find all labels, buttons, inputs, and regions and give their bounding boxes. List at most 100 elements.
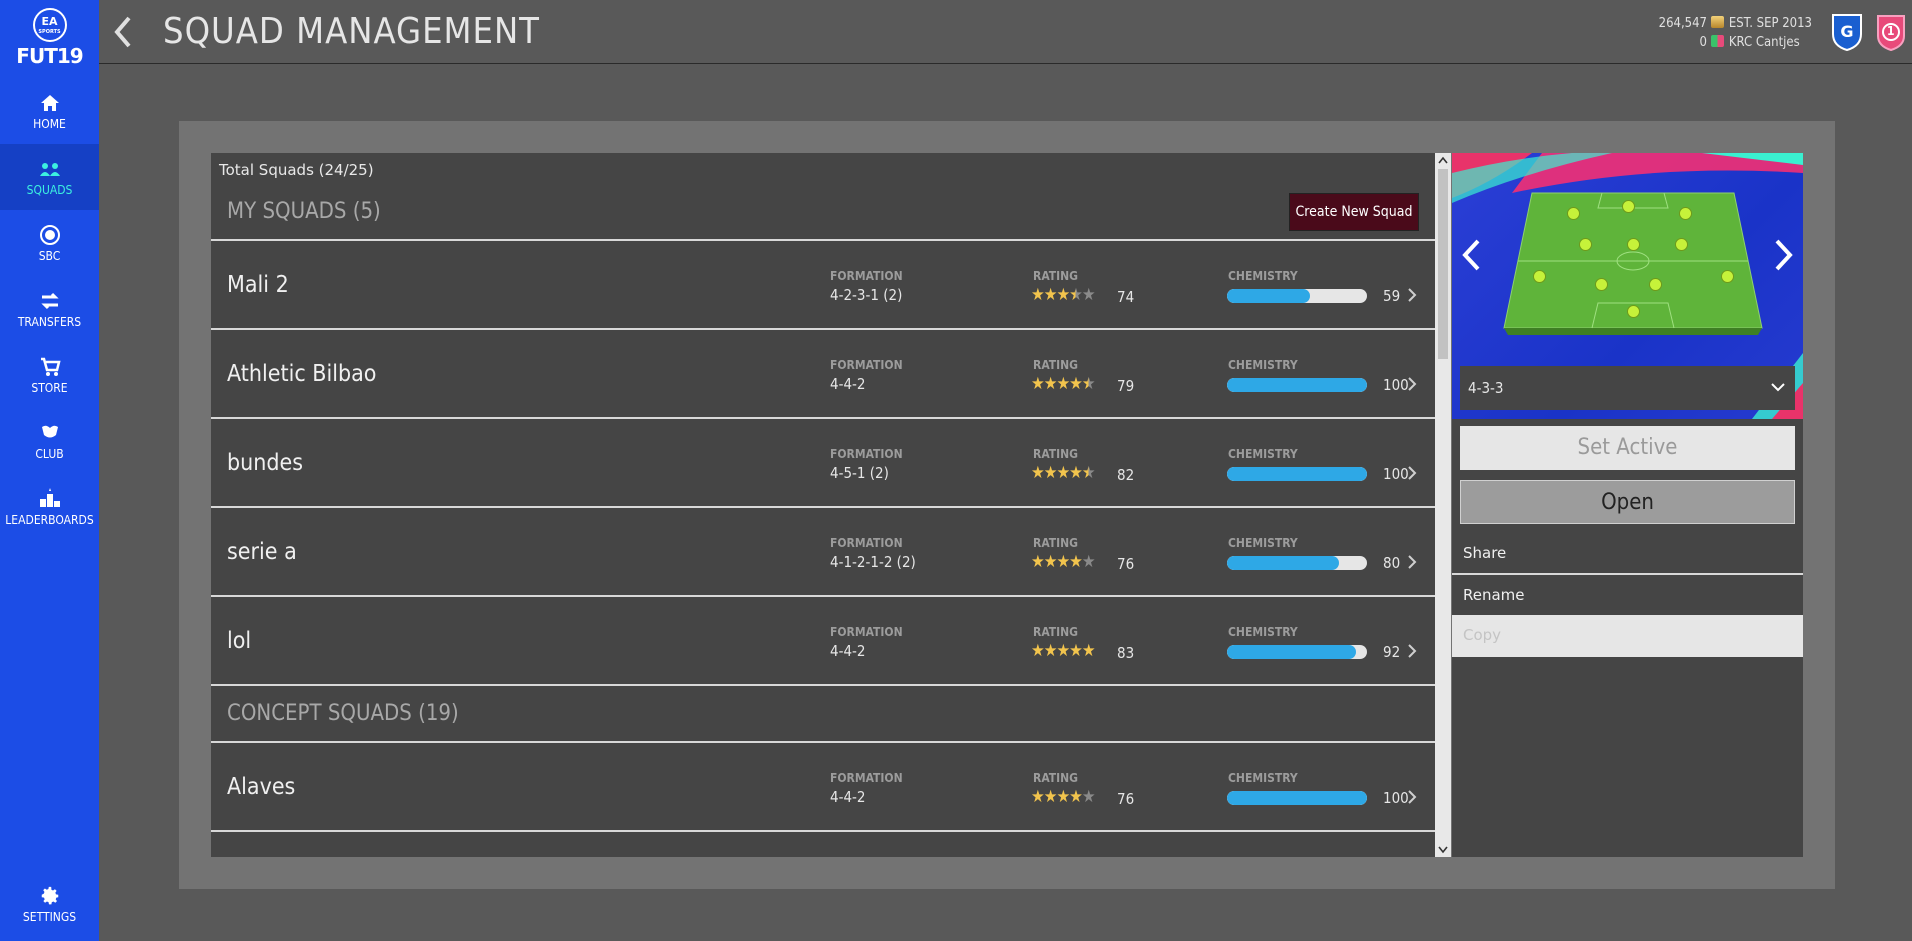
star-icon: ★ [1081,285,1096,305]
chemistry-fill [1227,378,1367,392]
total-squads: Total Squads (24/25) [219,161,374,179]
nav-label: SQUADS [26,183,73,197]
nav-item-store[interactable]: STORE [0,342,99,408]
squad-row[interactable]: Athletic Bilbao FORMATION 4-4-2 RATING ★★★★★… [211,332,1435,419]
formation-value: 4-1-2-1-2 (2) [830,553,916,571]
squad-detail-panel: 4-3-3 Set Active Open Share Rename Copy [1452,153,1803,857]
formation-label: FORMATION [830,447,903,461]
previous-formation-icon[interactable] [1460,237,1482,273]
star-icon: ★ [1081,641,1096,661]
rating-label: RATING [1033,269,1079,283]
player-position-dot [1627,305,1640,318]
division-number: 1 [1887,24,1895,38]
home-icon [40,95,59,111]
scroll-down-icon[interactable] [1437,843,1449,855]
chemistry-bar [1227,378,1367,392]
transfers-icon [40,292,59,310]
squad-name: serie a [227,539,297,565]
rating-stars: ★★★★★ [1031,552,1096,572]
share-button[interactable]: Share [1452,533,1803,575]
scroll-thumb[interactable] [1438,169,1448,359]
coins-icon [1711,16,1724,28]
nav-item-leaderboards[interactable]: LEADERBOARDS [0,474,99,540]
star-icon: ★ [1031,552,1045,572]
chemistry-value: 92 [1383,643,1401,661]
formation-value: 4-4-2 [830,375,866,393]
create-new-squad-button[interactable]: Create New Squad [1289,193,1419,231]
club-name: KRC Cantjes [1728,35,1800,50]
star-icon: ★ [1081,374,1096,394]
ea-sports-logo: EA SPORTS [32,8,67,42]
rating-label: RATING [1033,358,1079,372]
star-icon: ★ [1031,374,1045,394]
star-icon: ★ [1069,374,1083,394]
chemistry-value: 100 [1383,465,1409,483]
player-position-dot [1649,278,1662,291]
currency-display: 264,547 0 [1659,14,1724,52]
star-icon: ★ [1069,787,1083,807]
squad-list: Total Squads (24/25) MY SQUADS (5) Creat… [211,153,1435,857]
scrollbar[interactable] [1435,153,1451,857]
star-icon: ★ [1069,285,1083,305]
star-icon: ★ [1031,641,1045,661]
chemistry-label: CHEMISTRY [1228,625,1298,639]
chemistry-value: 80 [1383,554,1401,572]
my-squads-header: MY SQUADS (5) Create New Squad [211,185,1435,241]
chemistry-value: 100 [1383,789,1409,807]
star-icon: ★ [1056,641,1070,661]
star-icon: ★ [1043,285,1058,305]
copy-button[interactable]: Copy [1452,615,1803,657]
rating-stars: ★★★★★ [1031,463,1096,483]
fut19-logo-text: FUT19 [16,44,83,68]
star-icon: ★ [1031,787,1045,807]
leaderboards-icon [39,488,60,507]
nav-item-squads[interactable]: SQUADS [0,144,99,210]
next-formation-icon[interactable] [1773,237,1795,273]
nav-item-club[interactable]: CLUB [0,408,99,474]
nav-label: SBC [38,249,61,263]
chemistry-bar [1227,289,1367,303]
gear-icon [41,886,58,905]
player-position-dot [1579,238,1592,251]
nav-item-transfers[interactable]: TRANSFERS [0,276,99,342]
squad-name: Mali 2 [227,272,289,298]
fut19-logo: EA SPORTS FUT19 [0,8,99,70]
rating-value: 82 [1117,466,1135,484]
store-icon [40,357,61,376]
player-position-dot [1533,270,1546,283]
rating-label: RATING [1033,536,1079,550]
club-crest-icon: G [1832,14,1862,52]
nav-label-settings: SETTINGS [22,910,77,924]
squad-name: Athletic Bilbao [227,361,377,387]
chemistry-value: 100 [1383,376,1409,394]
rating-value: 83 [1117,644,1135,662]
chemistry-label: CHEMISTRY [1228,269,1298,283]
concept-squads-title: CONCEPT SQUADS (19) [227,701,459,726]
star-icon: ★ [1043,463,1058,483]
chevron-right-icon [1408,466,1417,480]
squads-icon [39,163,60,176]
star-icon: ★ [1031,463,1045,483]
squad-row[interactable]: bundes FORMATION 4-5-1 (2) RATING ★★★★★ 82 CHE… [211,421,1435,508]
squad-row[interactable]: serie a FORMATION 4-1-2-1-2 (2) RATING ★★★★★… [211,510,1435,597]
squad-row[interactable]: Alaves FORMATION 4-4-2 RATING ★★★★★ 76 CHEMIST… [211,745,1435,832]
nav-item-settings[interactable]: SETTINGS [0,875,99,941]
set-active-button[interactable]: Set Active [1460,426,1795,470]
squad-row[interactable]: lol FORMATION 4-4-2 RATING ★★★★★ 83 CHEMISTRY 9… [211,599,1435,686]
chevron-right-icon [1408,377,1417,391]
squad-row[interactable]: Mali 2 FORMATION 4-2-3-1 (2) RATING ★★★★★ 74 C… [211,243,1435,330]
rename-button[interactable]: Rename [1452,575,1803,617]
chemistry-fill [1227,289,1310,303]
page-title: SQUAD MANAGEMENT [163,11,540,52]
rating-value: 74 [1117,288,1135,306]
nav-item-home[interactable]: HOME [0,78,99,144]
formation-value: 4-5-1 (2) [830,464,889,482]
back-arrow-icon[interactable] [113,15,133,49]
nav-label: CLUB [35,447,64,461]
star-icon: ★ [1081,463,1096,483]
nav-item-sbc[interactable]: SBC [0,210,99,276]
formation-dropdown[interactable]: 4-3-3 [1460,366,1795,410]
scroll-up-icon[interactable] [1437,155,1449,167]
open-button[interactable]: Open [1460,480,1795,524]
club-established: EST. SEP 2013 [1728,16,1812,31]
